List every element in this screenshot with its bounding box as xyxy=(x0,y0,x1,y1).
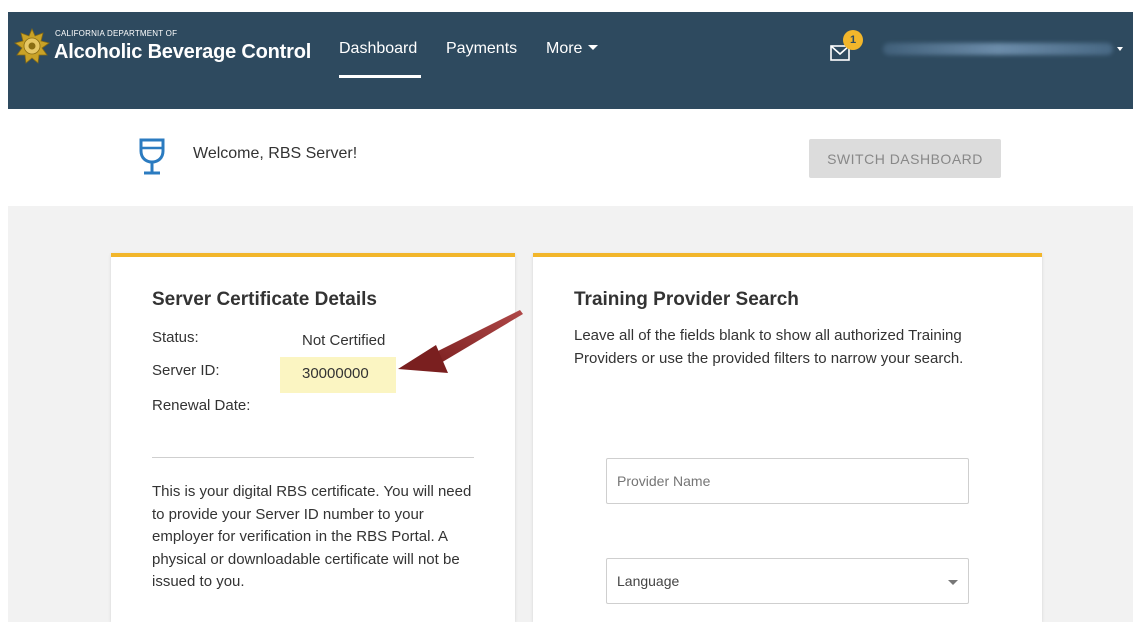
certificate-description: This is your digital RBS certificate. Yo… xyxy=(152,483,472,590)
certificate-card-title: Server Certificate Details xyxy=(152,289,377,310)
chevron-down-icon xyxy=(948,580,958,585)
nav-more-dropdown[interactable]: More xyxy=(546,40,599,58)
provider-search-title: Training Provider Search xyxy=(574,289,799,310)
nav-payments[interactable]: Payments xyxy=(446,40,517,58)
server-id-value: 30000000 xyxy=(302,365,369,382)
org-department-line: CALIFORNIA DEPARTMENT OF xyxy=(55,29,178,38)
status-value: Not Certified xyxy=(302,332,386,349)
renewal-date-label: Renewal Date: xyxy=(152,397,251,414)
card-divider xyxy=(152,457,474,458)
language-select[interactable]: Language xyxy=(606,558,969,604)
server-id-label: Server ID: xyxy=(152,362,220,379)
welcome-message: Welcome, RBS Server! xyxy=(193,145,358,162)
provider-name-input[interactable] xyxy=(606,458,969,504)
user-menu-caret-icon[interactable] xyxy=(1117,47,1123,51)
caret-down-icon xyxy=(588,45,599,50)
wine-glass-icon xyxy=(139,138,165,175)
provider-search-description: Leave all of the fields blank to show al… xyxy=(574,327,964,367)
annotation-arrow-icon xyxy=(398,310,523,373)
language-select-label: Language xyxy=(617,573,680,589)
status-label: Status: xyxy=(152,329,199,346)
active-tab-indicator xyxy=(339,75,421,78)
notification-badge: 1 xyxy=(843,30,863,50)
abc-seal-logo-icon xyxy=(14,28,50,64)
user-menu[interactable] xyxy=(883,43,1113,55)
switch-dashboard-button[interactable]: SWITCH DASHBOARD xyxy=(809,139,1001,178)
nav-more-label: More xyxy=(546,40,583,57)
org-name-logo[interactable]: Alcoholic Beverage Control xyxy=(54,41,311,64)
nav-dashboard[interactable]: Dashboard xyxy=(339,40,417,58)
